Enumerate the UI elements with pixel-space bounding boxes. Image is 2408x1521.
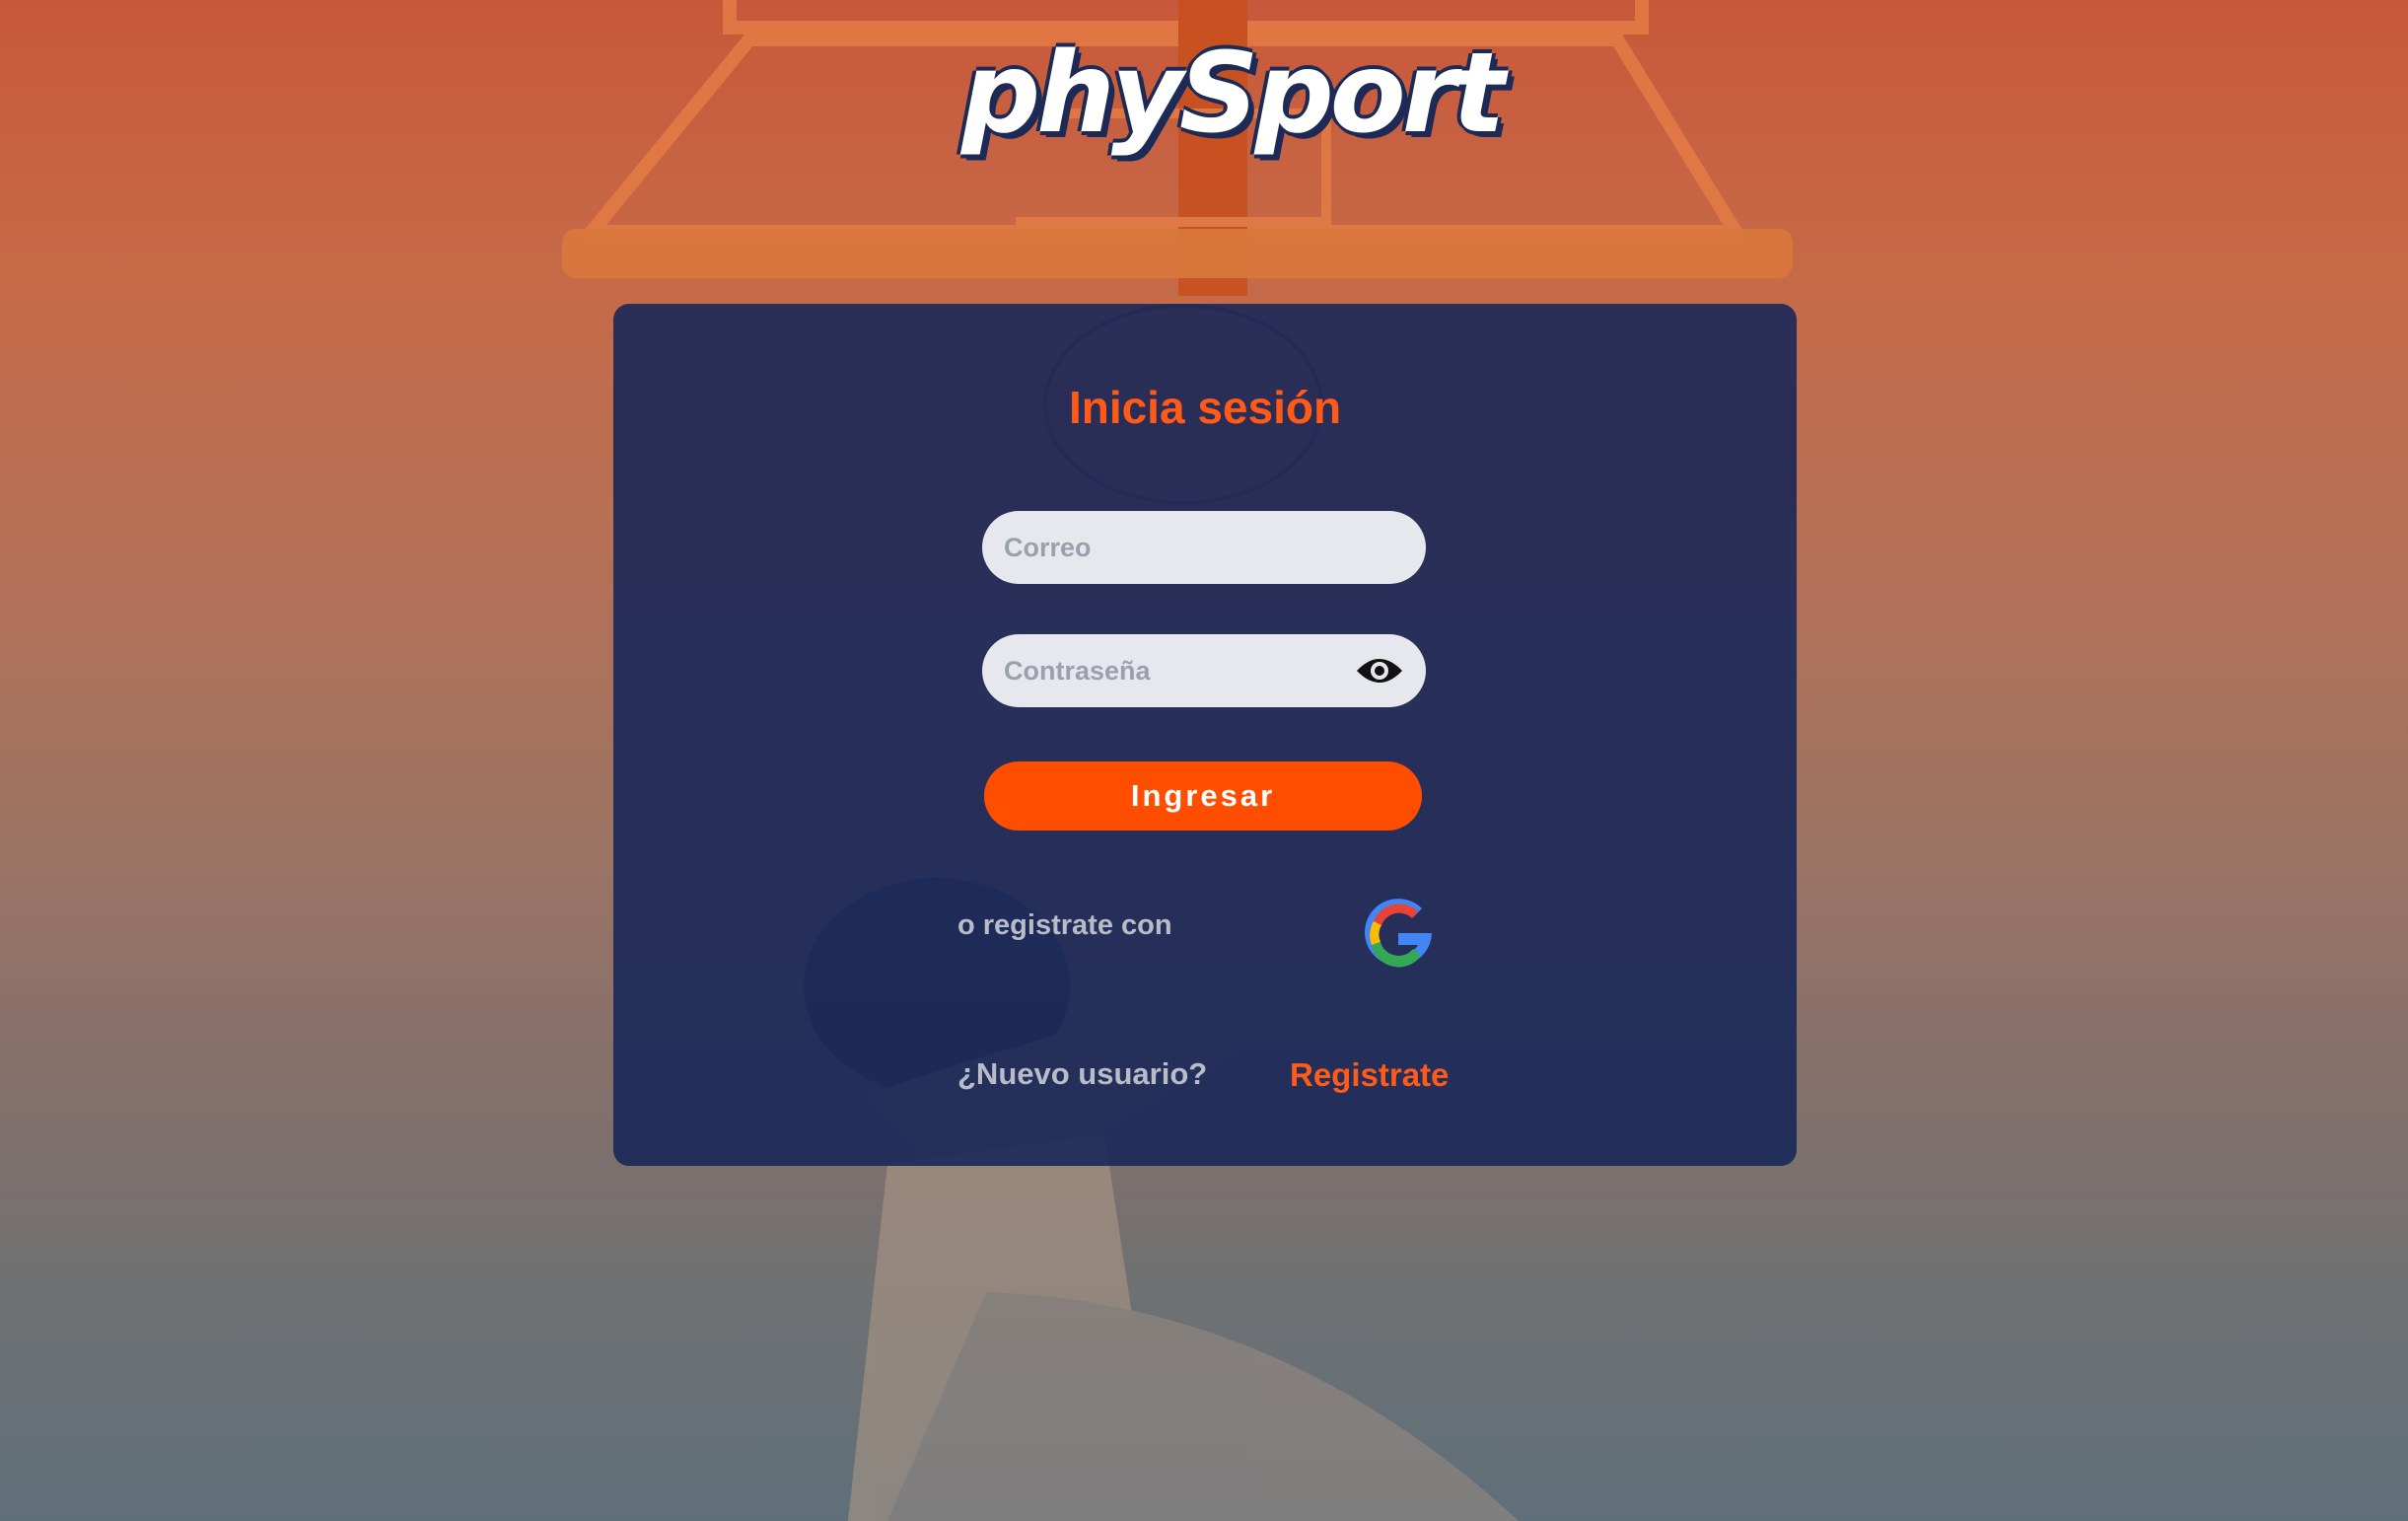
password-input[interactable] (1002, 654, 1406, 688)
register-link[interactable]: Registrate (1290, 1056, 1449, 1094)
login-card: Inicia sesión Ingresar o registrate con … (613, 304, 1797, 1166)
logo-text: phySport (961, 30, 1505, 158)
backboard-bottom-edge (562, 229, 1793, 278)
brand-logo: phySport (961, 30, 1505, 158)
google-icon[interactable] (1357, 892, 1440, 975)
password-field[interactable] (982, 634, 1426, 707)
eye-icon[interactable] (1355, 653, 1404, 688)
new-user-text: ¿Nuevo usuario? (957, 1056, 1208, 1091)
page-title: Inicia sesión (1068, 382, 1342, 433)
login-button[interactable]: Ingresar (984, 761, 1422, 831)
email-input[interactable] (1002, 531, 1406, 564)
email-field[interactable] (982, 511, 1426, 584)
alt-signup-text: o registrate con (957, 909, 1172, 941)
